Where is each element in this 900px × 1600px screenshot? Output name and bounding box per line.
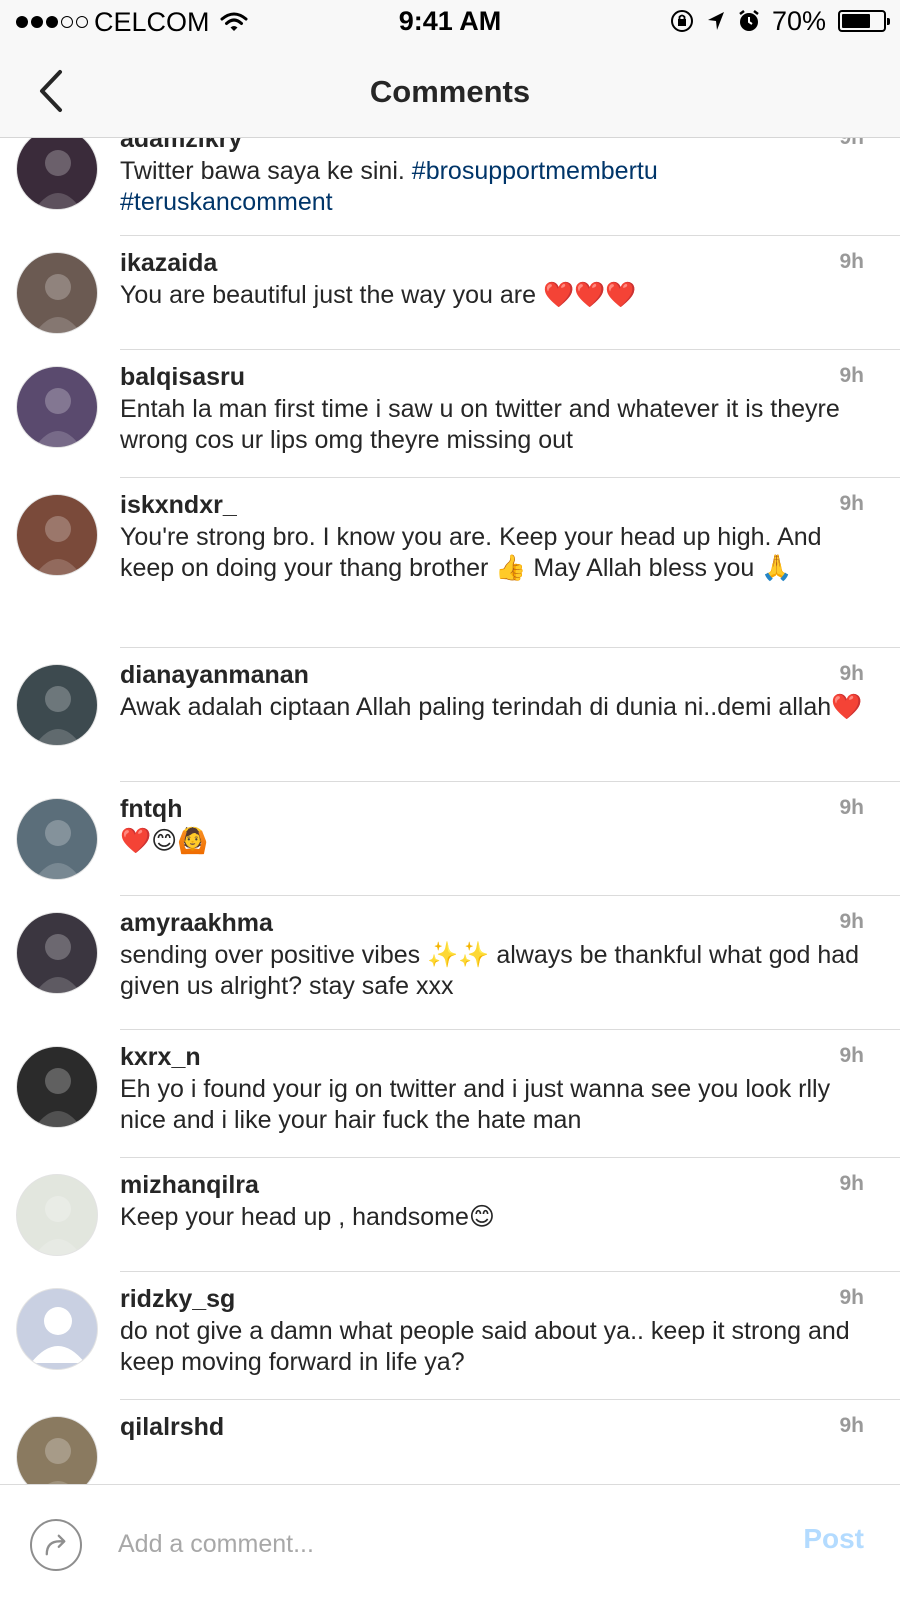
- list-item[interactable]: iskxndxr_ You're strong bro. I know you a…: [0, 478, 900, 648]
- avatar[interactable]: [16, 1174, 98, 1256]
- comment-text: You're strong bro. I know you are. Keep …: [120, 522, 864, 584]
- status-right: 70%: [670, 5, 890, 36]
- comment-username[interactable]: iskxndxr_: [120, 490, 864, 522]
- comment-text: Awak adalah ciptaan Allah paling terinda…: [120, 692, 864, 723]
- comment-text-body: Awak adalah ciptaan Allah paling terinda…: [120, 693, 863, 721]
- comment-text: Eh yo i found your ig on twitter and i j…: [120, 1074, 864, 1136]
- comment-text: Entah la man first time i saw u on twitt…: [120, 394, 864, 456]
- list-item[interactable]: adamzikry Twitter bawa saya ke sini. #bro…: [0, 138, 900, 236]
- avatar[interactable]: [16, 1288, 98, 1370]
- comment-text: ❤️😊🙆: [120, 826, 864, 857]
- avatar[interactable]: [16, 1046, 98, 1128]
- post-button[interactable]: Post: [803, 1523, 864, 1555]
- list-item[interactable]: qilalrshd 9h: [0, 1400, 900, 1484]
- list-item[interactable]: kxrx_n Eh yo i found your ig on twitter a…: [0, 1030, 900, 1158]
- comment-timestamp: 9h: [839, 1414, 864, 1437]
- comment-text-body: ❤️😊🙆: [120, 827, 209, 855]
- comment-text-body: You are beautiful just the way you are ❤…: [120, 281, 637, 309]
- comment-text: Twitter bawa saya ke sini. #brosupportme…: [120, 156, 864, 218]
- comment-timestamp: 9h: [839, 662, 864, 685]
- comment-username[interactable]: ridzky_sg: [120, 1284, 864, 1316]
- rotation-lock-icon: [670, 10, 693, 32]
- comment-text: do not give a damn what people said abou…: [120, 1316, 864, 1378]
- comment-timestamp: 9h: [839, 138, 864, 150]
- comment-username[interactable]: mizhanqilra: [120, 1170, 864, 1202]
- status-bar: CELCOM 9:41 AM 70%: [0, 0, 900, 44]
- comment-username[interactable]: fntqh: [120, 794, 864, 826]
- comment-composer: Post: [0, 1484, 900, 1600]
- list-item[interactable]: ikazaida You are beautiful just the way y…: [0, 236, 900, 350]
- list-item[interactable]: mizhanqilra Keep your head up , handsome😊…: [0, 1158, 900, 1272]
- battery-icon: [838, 10, 890, 32]
- avatar[interactable]: [16, 664, 98, 746]
- comment-username[interactable]: kxrx_n: [120, 1042, 864, 1074]
- comment-text: sending over positive vibes ✨✨ always be…: [120, 940, 864, 1002]
- list-item[interactable]: balqisasru Entah la man first time i saw …: [0, 350, 900, 478]
- comment-text-body: Keep your head up , handsome😊: [120, 1203, 495, 1231]
- avatar[interactable]: [16, 138, 98, 210]
- comment-username[interactable]: dianayanmanan: [120, 660, 864, 692]
- comment-text-body: do not give a damn what people said abou…: [120, 1317, 857, 1376]
- share-arrow-icon[interactable]: [30, 1519, 82, 1571]
- comment-timestamp: 9h: [839, 250, 864, 273]
- avatar[interactable]: [16, 1416, 98, 1484]
- comment-timestamp: 9h: [839, 364, 864, 387]
- comment-timestamp: 9h: [839, 1286, 864, 1309]
- avatar[interactable]: [16, 366, 98, 448]
- comment-timestamp: 9h: [839, 910, 864, 933]
- comment-timestamp: 9h: [839, 796, 864, 819]
- comment-username[interactable]: adamzikry: [120, 138, 864, 156]
- comment-list[interactable]: adamzikry Twitter bawa saya ke sini. #bro…: [0, 138, 900, 1484]
- comment-text-body: You're strong bro. I know you are. Keep …: [120, 523, 829, 582]
- avatar[interactable]: [16, 798, 98, 880]
- alarm-icon: [739, 10, 759, 31]
- comment-input[interactable]: [118, 1521, 738, 1567]
- list-item[interactable]: ridzky_sg do not give a damn what people …: [0, 1272, 900, 1400]
- comment-timestamp: 9h: [839, 492, 864, 515]
- list-item[interactable]: dianayanmanan Awak adalah ciptaan Allah p…: [0, 648, 900, 782]
- avatar[interactable]: [16, 252, 98, 334]
- nav-bar: Comments: [0, 44, 900, 138]
- comment-username[interactable]: amyraakhma: [120, 908, 864, 940]
- page-title: Comments: [369, 74, 531, 109]
- comment-text: You are beautiful just the way you are ❤…: [120, 280, 864, 311]
- comment-text-body: Entah la man first time i saw u on twitt…: [120, 395, 847, 454]
- comment-username[interactable]: qilalrshd: [120, 1412, 864, 1444]
- comment-timestamp: 9h: [839, 1172, 864, 1195]
- comment-timestamp: 9h: [839, 1044, 864, 1067]
- avatar[interactable]: [16, 912, 98, 994]
- comment-text-body: sending over positive vibes ✨✨ always be…: [120, 941, 867, 1000]
- comment-text: Keep your head up , handsome😊: [120, 1202, 864, 1233]
- list-item[interactable]: amyraakhma sending over positive vibes ✨✨…: [0, 896, 900, 1030]
- comment-text-body: Twitter bawa saya ke sini.: [120, 157, 412, 185]
- comment-username[interactable]: ikazaida: [120, 248, 864, 280]
- list-item[interactable]: fntqh ❤️😊🙆 9h: [0, 782, 900, 896]
- comment-username[interactable]: balqisasru: [120, 362, 864, 394]
- battery-percent: 70%: [771, 5, 826, 36]
- comment-text-body: Eh yo i found your ig on twitter and i j…: [120, 1075, 838, 1134]
- location-arrow-icon: [707, 12, 724, 30]
- avatar[interactable]: [16, 494, 98, 576]
